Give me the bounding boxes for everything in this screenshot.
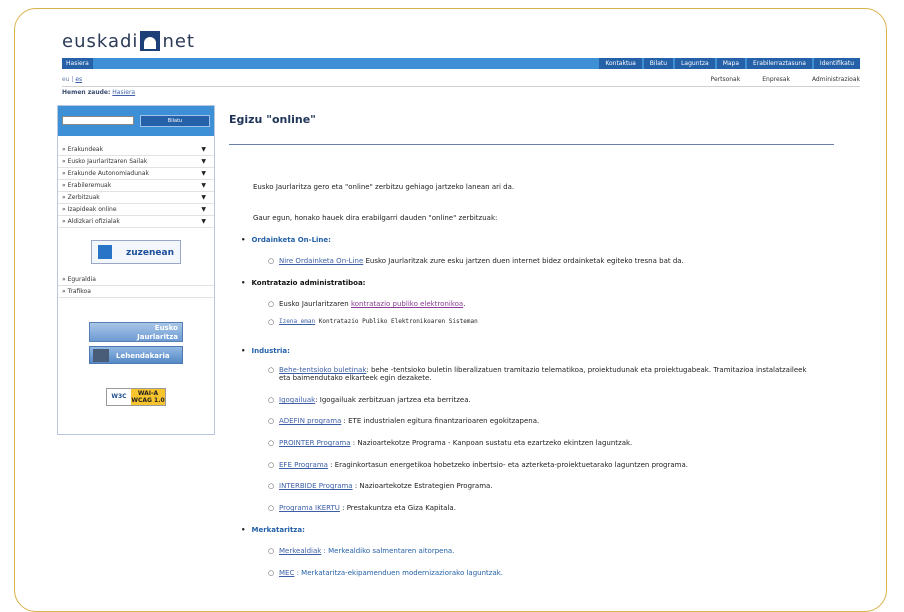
sidebar-item-sailak[interactable]: » Eusko Jaurlaritzaren Sailak ▼ [58,156,214,168]
chevron-down-icon: ▼ [201,206,206,213]
section-companies[interactable]: Enpresak [762,76,790,83]
list-item: ○ Behe-tentsioko buletinak: behe -tentsio… [268,366,807,382]
breadcrumb-label: Hemen zaude: [62,89,111,96]
link-behe-tentsioko[interactable]: Behe-tentsioko buletinak [279,366,366,374]
intro-text-2: Gaur egun, honako hauek dira erabilgarri… [253,214,498,222]
link-merkealdiak[interactable]: Merkealdiak [279,547,321,555]
chevron-down-icon: ▼ [201,194,206,201]
sidebar-item-aldizkari[interactable]: » Aldizkari ofizialak ▼ [58,216,214,228]
cube-icon [98,245,112,259]
chevron-down-icon: ▼ [201,146,206,153]
link-ordainketa[interactable]: Nire Ordainketa On-Line [279,257,363,265]
sidebar-item-erakundeak[interactable]: » Erakundeak ▼ [58,144,214,156]
lehendakaria-photo [93,349,109,362]
sidebar-search: Bilatu [58,106,214,136]
chevron-down-icon: ▼ [201,158,206,165]
link-adefin[interactable]: ADEFIN programa [279,417,341,425]
w3c-logo: W3C [107,389,131,405]
breadcrumb: Hemen zaude: Hasiera [62,89,135,96]
logo-flag-icon [140,31,161,51]
title-divider [229,144,834,145]
list-item: ○ Igogailuak: Igogailuak zerbitzuan jartz… [268,396,471,404]
page-title: Egizu "online" [229,113,316,126]
link-mec[interactable]: MEC [279,569,294,577]
language-switch: eu | es [62,76,83,83]
zuzenean-label: zuzenean [126,248,174,258]
language-bar: eu | es Pertsonak Enpresak Administrazio… [62,74,860,87]
logo-text-left: euskadi [62,30,139,52]
list-item: ○ ADEFIN programa : ETE industrialen egit… [268,417,540,425]
sidebar-item-trafikoa[interactable]: » Trafikoa [58,286,214,298]
chevron-down-icon: ▼ [201,182,206,189]
sidebar-item-autonomiadunak[interactable]: » Erakunde Autonomiadunak ▼ [58,168,214,180]
lehendakaria-banner[interactable]: Lehendakaria [89,346,183,364]
chevron-down-icon: ▼ [201,218,206,225]
chevron-down-icon: ▼ [201,170,206,177]
top-link-map[interactable]: Mapa [716,58,746,69]
sidebar-item-erabileremuak[interactable]: » Erabileremuak ▼ [58,180,214,192]
search-button[interactable]: Bilatu [140,115,210,127]
heading-kontratazio: • Kontratazio administratiboa: [241,279,366,287]
section-administrations[interactable]: Administrazioak [812,76,860,83]
sidebar-menu-secondary: » Eguraldia » Trafikoa [58,274,214,298]
intro-text-1: Eusko Jaurlaritza gero eta "online" zerb… [253,183,515,191]
top-links: Kontaktua Bilatu Laguntza Mapa Erabilerr… [599,58,860,69]
top-navigation-bar: Hasiera Kontaktua Bilatu Laguntza Mapa E… [62,58,860,69]
list-item: ○ EFE Programa : Eraginkortasun energetik… [268,461,688,469]
eusko-jaurlaritza-banner[interactable]: Eusko Jaurlaritza [89,322,183,342]
lang-current: eu [62,76,70,83]
list-item: ○ Merkealdiak : Merkealdiko salmentaren a… [268,547,455,555]
list-item: ○ INTERBIDE Programa : Nazioartekotze Est… [268,482,493,490]
link-izena-eman[interactable]: Izena eman [279,318,315,325]
list-item: ○ Izena eman Kontratazio Publiko Elektron… [268,318,478,326]
list-item: ○ PROINTER Programa : Nazioartekotze Prog… [268,439,633,447]
zuzenean-banner[interactable]: zuzenean [91,240,181,264]
link-interbide[interactable]: INTERBIDE Programa [279,482,353,490]
link-efe[interactable]: EFE Programa [279,461,328,469]
list-item: ○ Programa IKERTU : Prestakuntza eta Giza… [268,504,456,512]
home-link[interactable]: Hasiera [62,58,93,69]
section-people[interactable]: Pertsonak [711,76,741,83]
audience-sections: Pertsonak Enpresak Administrazioak [711,76,860,83]
heading-ordainketa: • Ordainketa On-Line: [241,236,331,244]
sidebar-item-zerbitzuak[interactable]: » Zerbitzuak ▼ [58,192,214,204]
euskadi-net-logo[interactable]: euskadi net [62,30,195,52]
lang-es-link[interactable]: es [75,76,82,83]
link-ikertu[interactable]: Programa IKERTU [279,504,340,512]
link-kontratazio[interactable]: kontratazio publiko elektronikoa [351,300,463,308]
search-input[interactable] [62,116,134,125]
top-link-help[interactable]: Laguntza [675,58,715,69]
heading-merkataritza: • Merkataritza: [241,526,305,534]
wai-a-badge[interactable]: W3C WAI-A WCAG 1.0 [106,388,166,406]
top-link-contact[interactable]: Kontaktua [599,58,642,69]
list-item: ○ Nire Ordainketa On-Line Eusko Jaurlarit… [268,257,684,265]
top-link-identify[interactable]: Identifikatu [813,58,860,69]
heading-industria: • Industria: [241,347,290,355]
link-prointer[interactable]: PROINTER Programa [279,439,351,447]
top-link-accessibility[interactable]: Erabilerraztasuna [747,58,812,69]
link-igogailuak[interactable]: Igogailuak [279,396,315,404]
list-item: ○ MEC : Merkataritza-ekipamenduen moderni… [268,569,504,577]
sidebar-menu: » Erakundeak ▼ » Eusko Jaurlaritzaren Sai… [58,144,214,228]
top-link-search[interactable]: Bilatu [643,58,674,69]
breadcrumb-home-link[interactable]: Hasiera [112,89,135,96]
list-item: ○ Eusko Jaurlaritzaren kontratazio publik… [268,300,466,308]
sidebar-item-eguraldia[interactable]: » Eguraldia [58,274,214,286]
sidebar: Bilatu » Erakundeak ▼ » Eusko Jaurlaritza… [57,105,215,435]
wai-level: WAI-A WCAG 1.0 [131,389,165,405]
sidebar-item-izapideak[interactable]: » Izapideak online ▼ [58,204,214,216]
main-content: Egizu "online" Eusko Jaurlaritza gero et… [229,113,834,577]
logo-text-right: net [162,30,195,52]
